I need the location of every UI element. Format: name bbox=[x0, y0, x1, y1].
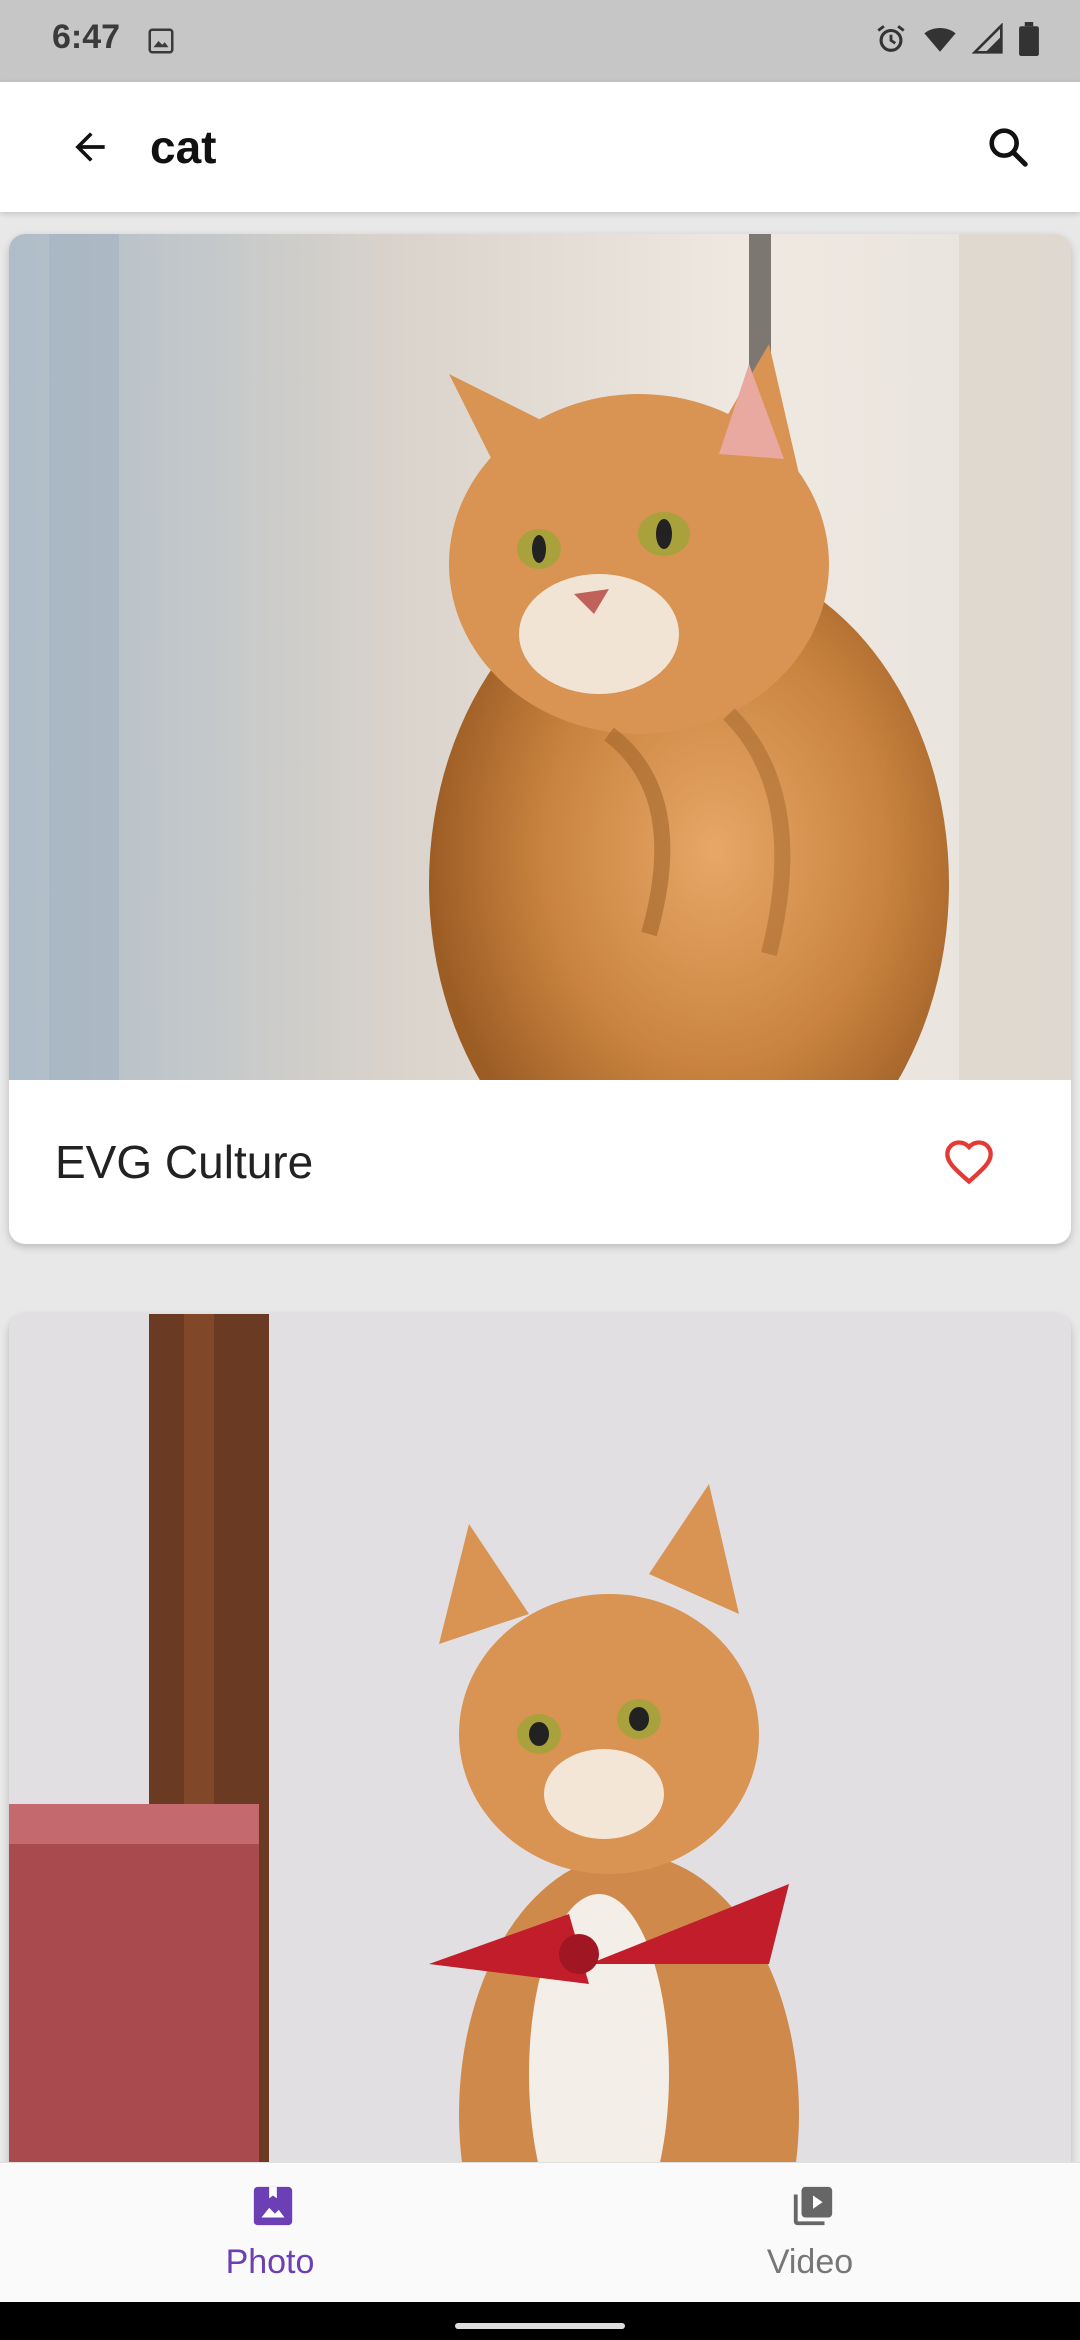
heart-outline-icon bbox=[945, 1140, 993, 1185]
signal-icon bbox=[971, 22, 1004, 60]
nav-tab-photo-label: Photo bbox=[225, 2243, 315, 2281]
status-icons bbox=[874, 22, 1040, 61]
bottom-navigation: Photo Video bbox=[0, 2162, 1080, 2302]
back-button[interactable] bbox=[58, 115, 122, 179]
card-footer: EVG Culture bbox=[9, 1080, 1071, 1244]
battery-icon bbox=[1018, 22, 1040, 61]
alarm-icon bbox=[874, 22, 908, 61]
arrow-back-icon bbox=[75, 132, 105, 162]
system-navigation-bar bbox=[0, 2302, 1080, 2340]
favorite-button[interactable] bbox=[939, 1132, 999, 1192]
cat-photo[interactable] bbox=[9, 1314, 1071, 2162]
search-query-title: cat bbox=[150, 121, 217, 173]
photo-icon bbox=[253, 2186, 293, 2226]
status-time: 6:47 bbox=[52, 18, 121, 56]
search-icon bbox=[989, 128, 1028, 167]
image-icon bbox=[146, 26, 176, 61]
video-library-icon bbox=[793, 2186, 833, 2226]
nav-tab-video[interactable]: Video bbox=[540, 2163, 1080, 2303]
app-bar: cat bbox=[0, 82, 1080, 212]
home-gesture-handle[interactable] bbox=[455, 2323, 625, 2329]
photographer-name: EVG Culture bbox=[55, 1136, 314, 1188]
nav-tab-photo[interactable]: Photo bbox=[0, 2163, 540, 2303]
photo-card[interactable] bbox=[9, 1314, 1071, 2162]
cat-photo[interactable] bbox=[9, 234, 1071, 1080]
search-button[interactable] bbox=[976, 115, 1040, 179]
status-bar: 6:47 bbox=[0, 0, 1080, 82]
photo-feed[interactable]: EVG Culture bbox=[0, 212, 1080, 2162]
nav-tab-video-label: Video bbox=[766, 2243, 854, 2281]
photo-card[interactable]: EVG Culture bbox=[9, 234, 1071, 1244]
wifi-icon bbox=[922, 22, 958, 61]
